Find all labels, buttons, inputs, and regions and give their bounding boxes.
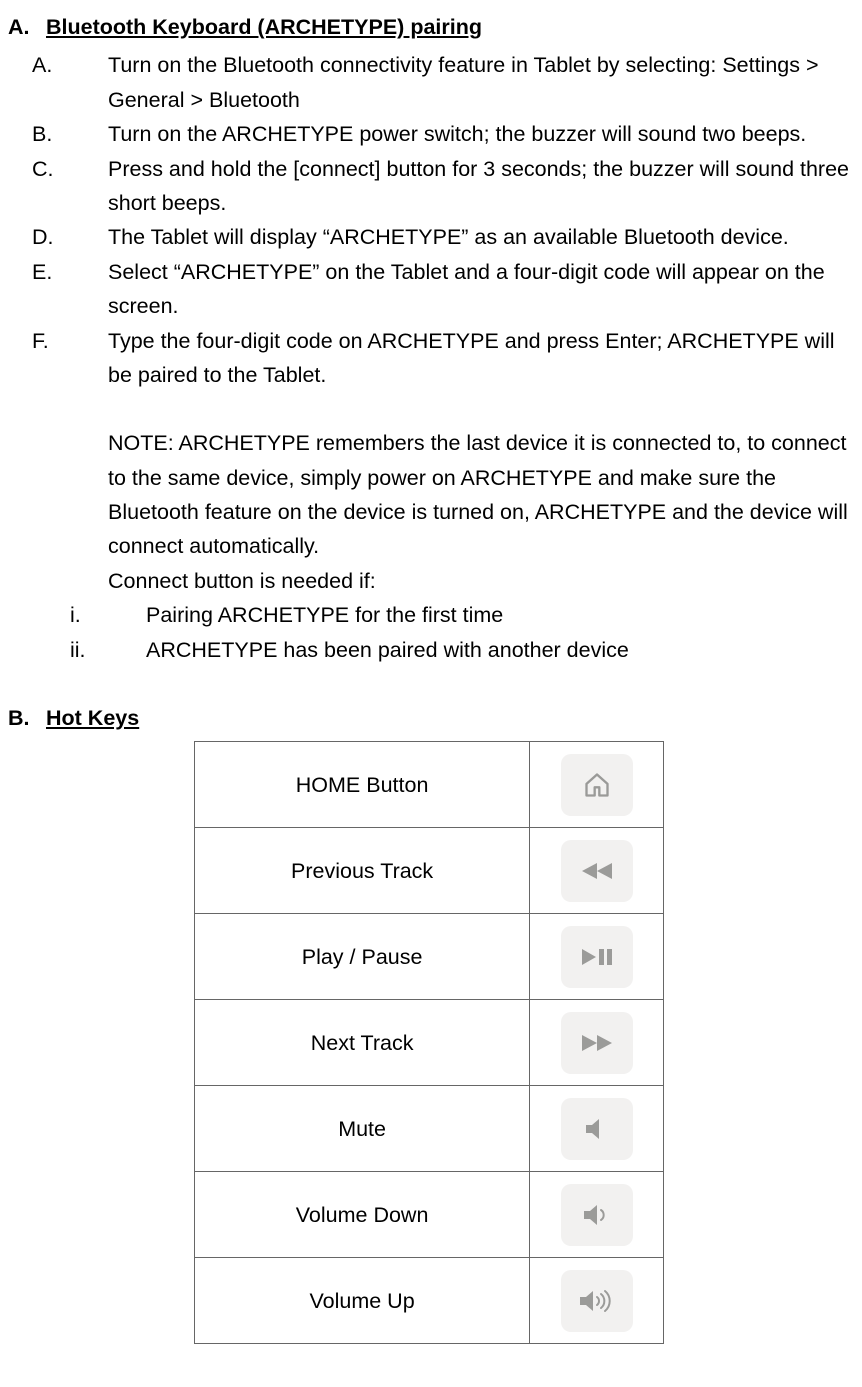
list-item: E. Select “ARCHETYPE” on the Tablet and …	[32, 255, 854, 324]
table-row: Play / Pause	[195, 914, 664, 1000]
step-text: Press and hold the [connect] button for …	[108, 152, 854, 221]
mute-icon	[561, 1098, 633, 1160]
list-item: ii. ARCHETYPE has been paired with anoth…	[64, 633, 854, 667]
sub-steps: i. Pairing ARCHETYPE for the first time …	[8, 598, 854, 667]
note-block: NOTE: ARCHETYPE remembers the last devic…	[8, 426, 854, 598]
step-text: The Tablet will display “ARCHETYPE” as a…	[108, 220, 854, 254]
hotkey-icon-cell	[530, 1258, 664, 1344]
section-b-title: Hot Keys	[46, 701, 139, 735]
hotkey-label: Volume Up	[195, 1258, 530, 1344]
hotkey-icon-cell	[530, 742, 664, 828]
note-text-2: Connect button is needed if:	[108, 564, 854, 598]
volume-up-icon	[561, 1270, 633, 1332]
step-marker: B.	[32, 117, 108, 151]
step-marker: E.	[32, 255, 108, 324]
hotkey-icon-cell	[530, 914, 664, 1000]
step-marker: C.	[32, 152, 108, 221]
sub-marker: ii.	[64, 633, 146, 667]
table-row: HOME Button	[195, 742, 664, 828]
list-item: D. The Tablet will display “ARCHETYPE” a…	[32, 220, 854, 254]
step-marker: A.	[32, 48, 108, 117]
list-item: F. Type the four-digit code on ARCHETYPE…	[32, 324, 854, 393]
hotkey-icon-cell	[530, 1172, 664, 1258]
list-item: i. Pairing ARCHETYPE for the first time	[64, 598, 854, 632]
step-text: Turn on the Bluetooth connectivity featu…	[108, 48, 854, 117]
step-marker: F.	[32, 324, 108, 393]
hotkey-label: Volume Down	[195, 1172, 530, 1258]
sub-text: Pairing ARCHETYPE for the first time	[146, 598, 503, 632]
hotkey-label: Previous Track	[195, 828, 530, 914]
table-row: Next Track	[195, 1000, 664, 1086]
step-text: Turn on the ARCHETYPE power switch; the …	[108, 117, 854, 151]
step-marker: D.	[32, 220, 108, 254]
section-a-marker: A.	[8, 10, 46, 44]
next-track-icon	[561, 1012, 633, 1074]
section-b-marker: B.	[8, 701, 46, 735]
section-b-heading: B. Hot Keys	[8, 701, 854, 735]
sub-marker: i.	[64, 598, 146, 632]
play-pause-icon	[561, 926, 633, 988]
section-a-steps: A. Turn on the Bluetooth connectivity fe…	[8, 48, 854, 392]
step-text: Select “ARCHETYPE” on the Tablet and a f…	[108, 255, 854, 324]
hotkey-icon-cell	[530, 1086, 664, 1172]
volume-down-icon	[561, 1184, 633, 1246]
previous-track-icon	[561, 840, 633, 902]
hotkey-icon-cell	[530, 1000, 664, 1086]
table-row: Mute	[195, 1086, 664, 1172]
hotkey-label: HOME Button	[195, 742, 530, 828]
list-item: C. Press and hold the [connect] button f…	[32, 152, 854, 221]
section-a-heading: A. Bluetooth Keyboard (ARCHETYPE) pairin…	[8, 10, 854, 44]
note-text: NOTE: ARCHETYPE remembers the last devic…	[108, 426, 854, 564]
sub-text: ARCHETYPE has been paired with another d…	[146, 633, 629, 667]
hotkey-label: Play / Pause	[195, 914, 530, 1000]
section-a-title: Bluetooth Keyboard (ARCHETYPE) pairing	[46, 10, 482, 44]
hotkey-label: Next Track	[195, 1000, 530, 1086]
table-row: Previous Track	[195, 828, 664, 914]
list-item: B. Turn on the ARCHETYPE power switch; t…	[32, 117, 854, 151]
hotkey-icon-cell	[530, 828, 664, 914]
hotkey-label: Mute	[195, 1086, 530, 1172]
list-item: A. Turn on the Bluetooth connectivity fe…	[32, 48, 854, 117]
step-text: Type the four-digit code on ARCHETYPE an…	[108, 324, 854, 393]
home-icon	[561, 754, 633, 816]
table-row: Volume Down	[195, 1172, 664, 1258]
hotkeys-table: HOME Button Previous Track	[194, 741, 664, 1344]
table-row: Volume Up	[195, 1258, 664, 1344]
